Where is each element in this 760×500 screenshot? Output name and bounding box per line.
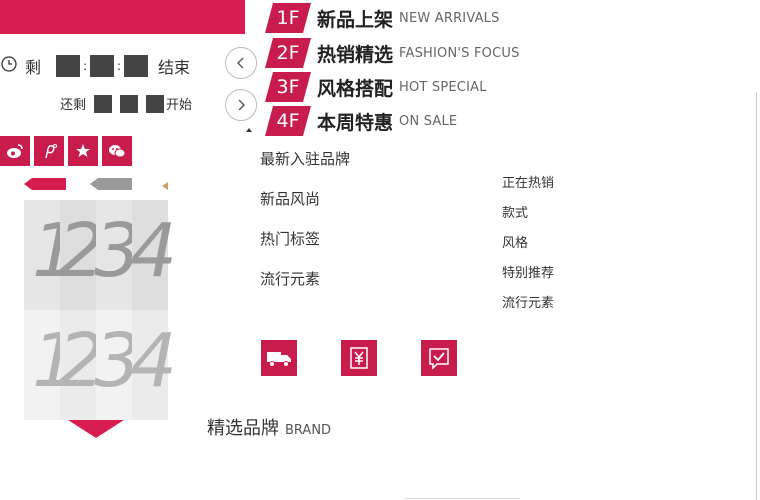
floor-title: 风格搭配 — [317, 77, 394, 100]
countdown-colon: : — [117, 59, 122, 73]
digit-cell[interactable]: 4 — [130, 310, 177, 420]
floor-subtitle: FASHION'S FOCUS — [399, 45, 520, 61]
countdown-seconds-box — [124, 55, 149, 77]
menu-link[interactable]: 流行元素 — [502, 292, 554, 311]
floor-subtitle: HOT SPECIAL — [399, 79, 487, 95]
brand-title-cn: 精选品牌 — [207, 418, 279, 439]
digit-label: 4 — [130, 318, 178, 404]
countdown-start: 还剩 开始 — [60, 94, 192, 113]
digit-cell[interactable]: 3 — [94, 310, 141, 420]
menu-link[interactable]: 特别推荐 — [502, 262, 554, 281]
return-button[interactable] — [421, 340, 457, 376]
menu-link[interactable]: 款式 — [502, 202, 528, 221]
countdown2-box-2 — [120, 94, 139, 113]
countdown2-suffix: 开始 — [166, 98, 193, 113]
delivery-button[interactable] — [261, 340, 297, 376]
floor-badge: 4F — [265, 106, 311, 136]
countdown2-box-1 — [94, 94, 113, 113]
floor-badge: 1F — [265, 3, 311, 33]
floor-title: 新品上架 — [317, 8, 394, 31]
menu-link[interactable]: 风格 — [502, 232, 528, 251]
return-check-icon — [429, 348, 449, 370]
floor-badge: 3F — [265, 72, 311, 102]
chevron-right-icon — [238, 99, 245, 111]
countdown-hours-box — [56, 55, 81, 77]
menu-link[interactable]: 正在热销 — [502, 172, 554, 191]
divider — [404, 498, 520, 499]
menu-link[interactable]: 流行元素 — [260, 268, 320, 289]
brand-title-en: BRAND — [285, 423, 332, 438]
scroll-down-arrow[interactable] — [68, 420, 124, 438]
yuan-receipt-icon — [350, 347, 368, 369]
floor-subtitle: NEW ARRIVALS — [399, 10, 500, 26]
countdown-minutes-box — [90, 55, 115, 77]
pinterest-share-button[interactable] — [34, 136, 64, 166]
digit-cell[interactable]: 2 — [58, 200, 105, 310]
prev-button[interactable] — [225, 47, 257, 79]
countdown-prefix: 剩 — [25, 58, 42, 77]
menu-link[interactable]: 新品风尚 — [260, 188, 320, 209]
floor-item-3f[interactable]: 3F 风格搭配 HOT SPECIAL — [265, 70, 487, 104]
wechat-icon — [109, 145, 126, 158]
star-icon — [76, 144, 90, 157]
next-button[interactable] — [225, 89, 257, 121]
floor-item-2f[interactable]: 2F 热销精选 FASHION'S FOCUS — [265, 36, 520, 70]
delivery-truck-icon — [267, 352, 291, 367]
menu-link[interactable]: 最新入驻品牌 — [260, 148, 350, 169]
caret-up-icon — [246, 128, 252, 132]
slide-indicator[interactable] — [90, 178, 132, 190]
weibo-icon — [7, 144, 23, 158]
countdown2-box-3 — [146, 94, 165, 113]
floor-item-4f[interactable]: 4F 本周特惠 ON SALE — [265, 104, 457, 138]
wechat-share-button[interactable] — [102, 136, 132, 166]
digit-cell[interactable]: 2 — [58, 310, 105, 420]
brand-section-title: 精选品牌 BRAND — [207, 414, 331, 440]
weibo-share-button[interactable] — [0, 136, 30, 166]
slide-indicator-active[interactable] — [24, 178, 66, 190]
digit-cell[interactable]: 1 — [24, 310, 79, 420]
countdown2-prefix: 还剩 — [60, 98, 87, 113]
floor-subtitle: ON SALE — [399, 113, 458, 129]
digit-cell[interactable]: 4 — [130, 200, 177, 310]
top-accent-bar — [0, 0, 245, 34]
digit-label: 4 — [130, 208, 178, 294]
floor-number-grid: 1 2 3 4 1 2 3 4 — [24, 200, 177, 420]
digit-cell[interactable]: 3 — [94, 200, 141, 310]
digit-cell[interactable]: 1 — [24, 200, 79, 310]
pinterest-icon — [45, 144, 57, 159]
floor-item-1f[interactable]: 1F 新品上架 NEW ARRIVALS — [265, 1, 500, 35]
chevron-left-icon — [237, 57, 244, 69]
slide-indicator[interactable] — [162, 182, 168, 190]
floor-title: 本周特惠 — [317, 111, 394, 134]
countdown-end: 剩 : : 结束 — [25, 54, 190, 78]
menu-link[interactable]: 热门标签 — [260, 228, 320, 249]
floor-title: 热销精选 — [317, 43, 394, 66]
favorite-button[interactable] — [68, 136, 98, 166]
countdown-suffix: 结束 — [158, 58, 191, 77]
divider — [756, 92, 757, 500]
countdown-colon: : — [83, 59, 88, 73]
floor-badge: 2F — [265, 38, 311, 68]
clock-icon — [1, 56, 17, 72]
payment-button[interactable] — [341, 340, 377, 376]
